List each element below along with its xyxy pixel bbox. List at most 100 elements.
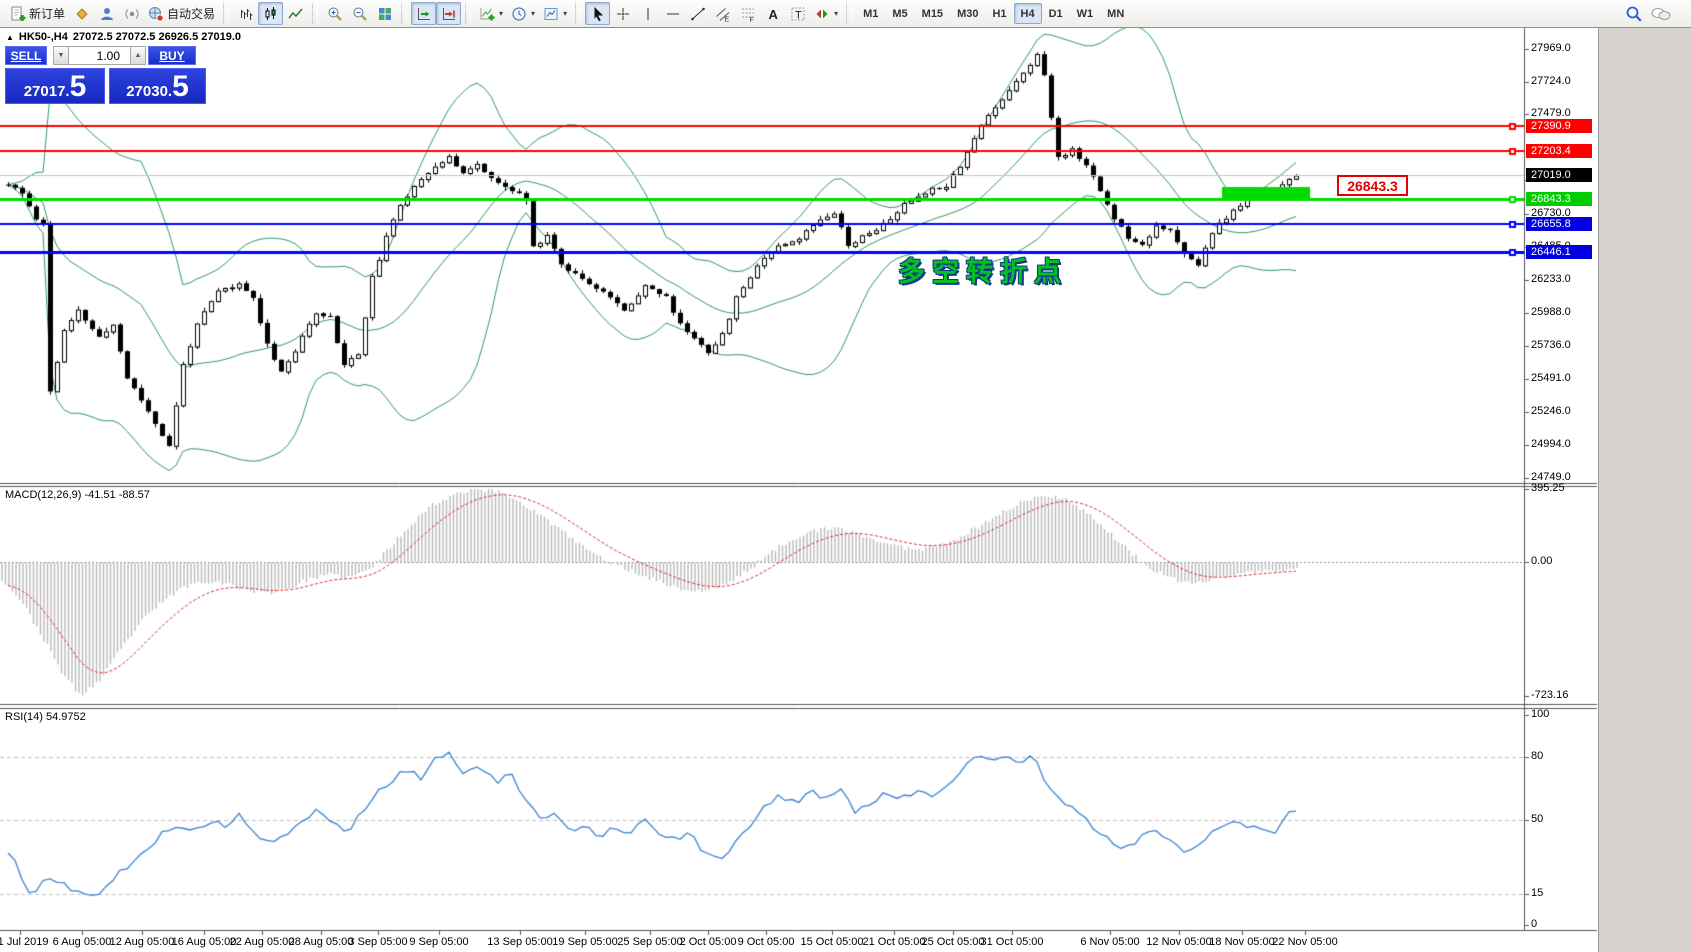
auto-scroll-button[interactable] xyxy=(411,2,436,25)
arrows-caret-icon: ▾ xyxy=(834,9,838,18)
periods-button[interactable]: ▾ xyxy=(507,2,539,25)
timeframe-m1-button[interactable]: M1 xyxy=(856,3,885,24)
styles-icon xyxy=(74,6,90,22)
line-chart-icon xyxy=(288,6,304,22)
chart-canvas[interactable] xyxy=(0,0,1691,952)
price-level-badge: 27390.9 xyxy=(1526,119,1592,133)
dock-area xyxy=(1598,28,1691,952)
chart-shift-icon xyxy=(441,6,457,22)
price-level-badge: 26655.8 xyxy=(1526,217,1592,231)
fibonacci-retracement-button[interactable]: F xyxy=(735,2,760,25)
crosshair-button[interactable] xyxy=(610,2,635,25)
rsi-axis-tick: 15 xyxy=(1531,887,1543,899)
community-button[interactable] xyxy=(94,2,119,25)
new-order-label: 新订单 xyxy=(29,5,65,22)
text-icon: A xyxy=(765,6,781,22)
trendline-icon xyxy=(690,6,706,22)
date-axis-label: 18 Nov 05:00 xyxy=(1209,936,1274,948)
timeframe-mn-button[interactable]: MN xyxy=(1100,3,1131,24)
collapse-panel-icon[interactable]: ▲ xyxy=(6,33,14,42)
date-axis-label: 2 Oct 05:00 xyxy=(680,936,737,948)
tile-windows-icon xyxy=(377,6,393,22)
line-chart-button[interactable] xyxy=(283,2,308,25)
fibonacci-retracement-icon: F xyxy=(740,6,756,22)
buy-price-display[interactable]: 27030.5 xyxy=(109,68,206,104)
bar-chart-button[interactable] xyxy=(233,2,258,25)
date-axis-label: 22 Nov 05:00 xyxy=(1272,936,1337,948)
autotrading-label: 自动交易 xyxy=(167,5,215,22)
chart-shift-button[interactable] xyxy=(436,2,461,25)
date-axis-label: 25 Oct 05:00 xyxy=(922,936,985,948)
timeframe-h4-button[interactable]: H4 xyxy=(1014,3,1042,24)
date-axis-label: 12 Nov 05:00 xyxy=(1146,936,1211,948)
timeframe-d1-button[interactable]: D1 xyxy=(1042,3,1070,24)
volume-input[interactable] xyxy=(69,46,130,65)
search-button[interactable] xyxy=(1621,2,1647,25)
zoom-out-button[interactable] xyxy=(347,2,372,25)
templates-caret-icon: ▾ xyxy=(563,9,567,18)
price-level-badge: 27203.4 xyxy=(1526,144,1592,158)
timeframe-w1-button[interactable]: W1 xyxy=(1070,3,1101,24)
date-axis-label: 9 Sep 05:00 xyxy=(409,936,468,948)
price-tag-label[interactable]: 26843.3 xyxy=(1337,175,1408,196)
date-axis-label: 15 Oct 05:00 xyxy=(801,936,864,948)
toolbar-separator xyxy=(312,3,318,24)
volume-decrease-button[interactable]: ▼ xyxy=(53,46,69,65)
signals-button[interactable] xyxy=(119,2,144,25)
equidistant-channel-button[interactable]: E xyxy=(710,2,735,25)
turning-point-annotation[interactable]: 多空转折点 xyxy=(898,250,1068,289)
price-axis-tick: 25491.0 xyxy=(1531,372,1571,384)
vertical-line-button[interactable] xyxy=(635,2,660,25)
symbol-header: ▲ HK50-,H4 27072.5 27072.5 26926.5 27019… xyxy=(6,31,241,43)
toolbar-separator xyxy=(223,3,229,24)
indicators-list-button[interactable]: ▾ xyxy=(475,2,507,25)
toolbar-separator xyxy=(575,3,581,24)
search-icon xyxy=(1625,5,1643,23)
timeframe-m5-button[interactable]: M5 xyxy=(885,3,914,24)
sell-button[interactable]: SELL xyxy=(5,46,47,65)
horizontal-line-button[interactable] xyxy=(660,2,685,25)
timeframe-m15-button[interactable]: M15 xyxy=(915,3,950,24)
svg-text:E: E xyxy=(724,16,729,22)
arrows-button[interactable]: ▾ xyxy=(810,2,842,25)
trendline-button[interactable] xyxy=(685,2,710,25)
date-axis-label: 28 Aug 05:00 xyxy=(289,936,354,948)
rsi-axis-tick: 80 xyxy=(1531,750,1543,762)
timeframe-h1-button[interactable]: H1 xyxy=(985,3,1013,24)
templates-button[interactable]: ▾ xyxy=(539,2,571,25)
date-axis-label: 25 Sep 05:00 xyxy=(617,936,682,948)
toolbar-separator xyxy=(465,3,471,24)
timeframe-m30-button[interactable]: M30 xyxy=(950,3,985,24)
text-button[interactable]: A xyxy=(760,2,785,25)
buy-button[interactable]: BUY xyxy=(148,46,196,65)
date-axis-label: 31 Oct 05:00 xyxy=(981,936,1044,948)
autotrading-button[interactable]: 自动交易 xyxy=(144,2,219,25)
candlestick-chart-icon xyxy=(263,6,279,22)
rsi-axis-tick: 100 xyxy=(1531,708,1549,720)
new-order-button[interactable]: 新订单 xyxy=(6,2,69,25)
templates-icon xyxy=(543,6,559,22)
arrows-icon xyxy=(814,6,830,22)
text-label-button[interactable]: T xyxy=(785,2,810,25)
styles-button[interactable] xyxy=(69,2,94,25)
macd-axis-tick: 0.00 xyxy=(1531,555,1552,567)
price-level-badge: 27019.0 xyxy=(1526,168,1592,182)
price-level-badge: 26843.3 xyxy=(1526,192,1592,206)
chat-icon xyxy=(1651,6,1671,22)
svg-text:A: A xyxy=(768,7,778,22)
bar-chart-icon xyxy=(238,6,254,22)
toolbar: 新订单自动交易▾▾▾EFAT▾M1M5M15M30H1H4D1W1MN xyxy=(0,0,1691,28)
date-axis-label: 9 Oct 05:00 xyxy=(738,936,795,948)
date-axis-label: 6 Aug 05:00 xyxy=(53,936,112,948)
macd-axis-tick: 395.25 xyxy=(1531,482,1565,494)
sell-price-display[interactable]: 27017.5 xyxy=(5,68,105,104)
zoom-in-button[interactable] xyxy=(322,2,347,25)
date-axis-label: 19 Sep 05:00 xyxy=(552,936,617,948)
equidistant-channel-icon: E xyxy=(715,6,731,22)
tile-windows-button[interactable] xyxy=(372,2,397,25)
cursor-button[interactable] xyxy=(585,2,610,25)
volume-increase-button[interactable]: ▲ xyxy=(130,46,146,65)
chat-button[interactable] xyxy=(1647,2,1675,25)
candlestick-chart-button[interactable] xyxy=(258,2,283,25)
new-order-icon xyxy=(10,6,26,22)
